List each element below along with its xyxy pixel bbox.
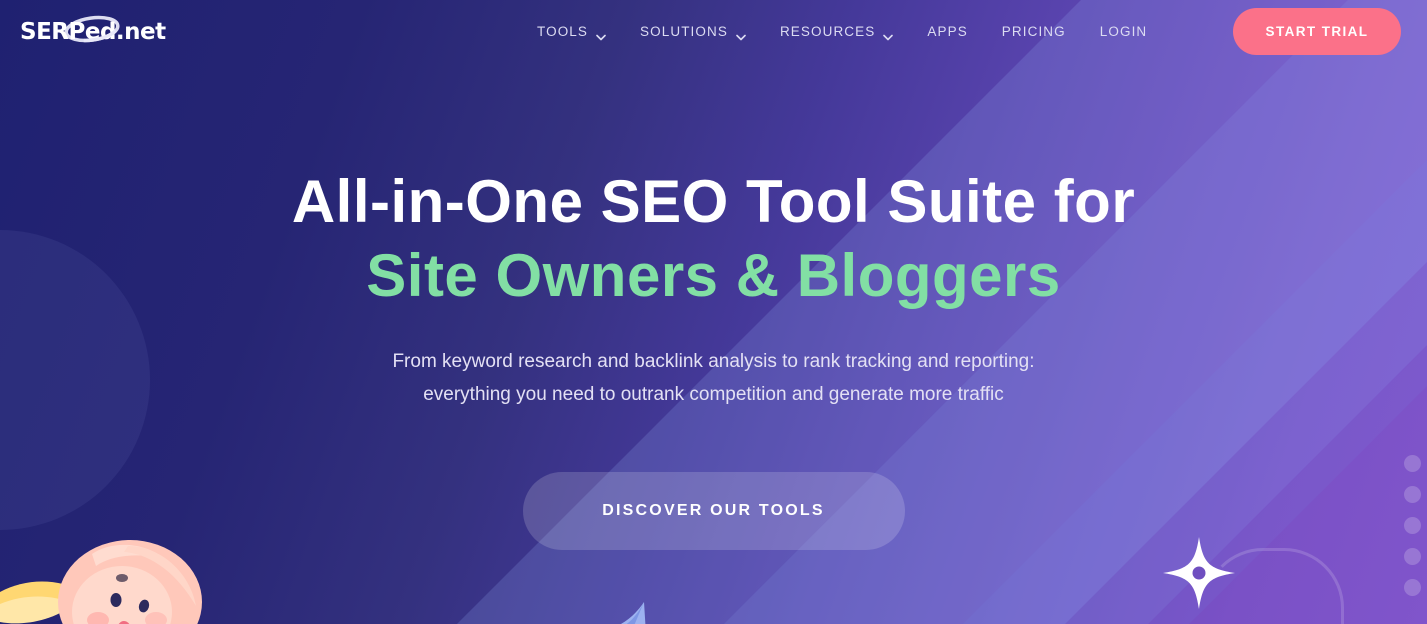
subtitle-line-2: everything you need to outrank competiti… bbox=[423, 384, 1004, 406]
nav-item-label: LOGIN bbox=[1099, 24, 1148, 40]
nav-item-tools[interactable]: TOOLS bbox=[520, 24, 623, 40]
nav-item-label: RESOURCES bbox=[779, 24, 876, 40]
headline-line-1: All-in-One SEO Tool Suite for bbox=[291, 168, 1136, 235]
brand-logo[interactable]: SERPed.net bbox=[20, 14, 180, 48]
nav-item-label: APPS bbox=[927, 24, 968, 40]
hero-content: All-in-One SEO Tool Suite for Site Owner… bbox=[0, 0, 1427, 624]
chevron-down-icon bbox=[883, 29, 894, 40]
nav-item-label: TOOLS bbox=[537, 24, 589, 40]
nav-item-resources[interactable]: RESOURCES bbox=[763, 24, 910, 40]
nav-item-label: PRICING bbox=[1001, 24, 1066, 40]
nav-item-solutions[interactable]: SOLUTIONS bbox=[623, 24, 763, 40]
discover-our-tools-button[interactable]: DISCOVER OUR TOOLS bbox=[522, 472, 905, 551]
chevron-down-icon bbox=[736, 29, 746, 40]
chevron-down-icon bbox=[596, 29, 606, 40]
page-title: All-in-One SEO Tool Suite for Site Owner… bbox=[292, 165, 1135, 313]
start-trial-button[interactable]: START TRIAL bbox=[1233, 8, 1401, 55]
subtitle-line-1: From keyword research and backlink analy… bbox=[392, 350, 1035, 372]
nav-item-pricing[interactable]: PRICING bbox=[985, 25, 1083, 39]
headline-line-2: Site Owners & Bloggers bbox=[366, 241, 1061, 309]
main-nav: TOOLS SOLUTIONS RESOURCES APPS PRICING L… bbox=[520, 0, 1164, 64]
hero-subtitle: From keyword research and backlink analy… bbox=[392, 345, 1034, 413]
nav-item-login[interactable]: LOGIN bbox=[1083, 25, 1165, 39]
hero-section: SERPed.net TOOLS SOLUTIONS RESOURCES APP… bbox=[0, 0, 1427, 624]
nav-item-label: SOLUTIONS bbox=[640, 24, 728, 40]
top-navigation-bar: SERPed.net TOOLS SOLUTIONS RESOURCES APP… bbox=[0, 0, 1427, 64]
nav-item-apps[interactable]: APPS bbox=[910, 25, 984, 39]
